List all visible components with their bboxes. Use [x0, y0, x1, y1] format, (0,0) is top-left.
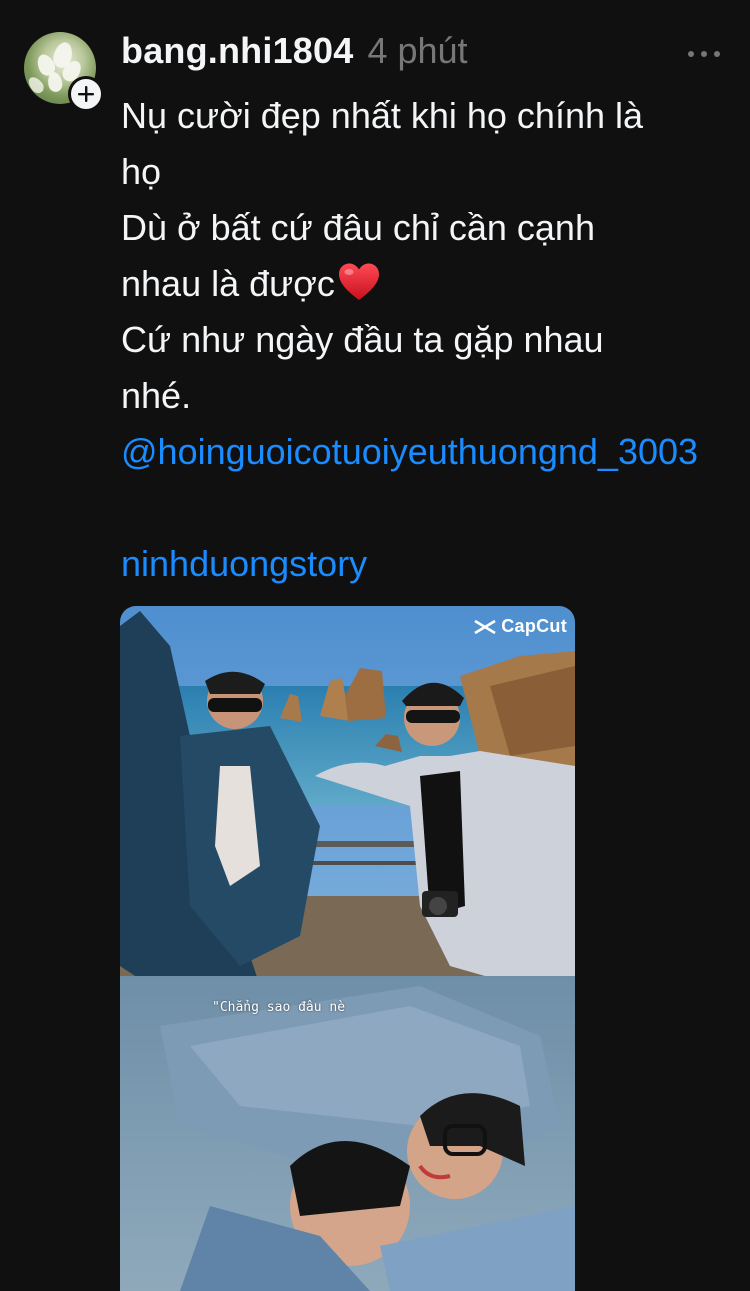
caption-line: nhau là được — [121, 263, 335, 304]
post-header: bang.nhi1804 4 phút — [121, 30, 468, 78]
caption-line-with-heart: nhau là được — [121, 256, 721, 312]
post-video[interactable]: CapCut "Chẳng sao đâu nè — [120, 606, 575, 1291]
avatar-container[interactable] — [24, 32, 104, 112]
red-heart-emoji-icon — [338, 263, 379, 300]
caption-line: Nụ cười đẹp nhất khi họ chính là — [121, 95, 644, 136]
caption-line: họ — [121, 151, 162, 192]
caption-line: Cứ như ngày đầu ta gặp nhau — [121, 319, 604, 360]
caption-line: Dù ở bất cứ đâu chỉ cần cạnh — [121, 207, 595, 248]
watermark-label: CapCut — [501, 616, 567, 636]
caption-line: nhé. — [121, 375, 192, 416]
thread-post: bang.nhi1804 4 phút Nụ cười đẹp nhất khi… — [0, 0, 750, 1291]
more-horizontal-icon — [688, 51, 694, 57]
video-overlay-text: "Chẳng sao đâu nè — [212, 1000, 346, 1015]
watermark: CapCut — [473, 616, 567, 637]
plus-icon — [78, 86, 94, 102]
more-options-button[interactable] — [688, 44, 720, 64]
timestamp: 4 phút — [367, 30, 468, 71]
video-frame — [120, 606, 575, 1291]
post-caption: Nụ cười đẹp nhất khi họ chính là họ Dù ở… — [121, 88, 721, 424]
username[interactable]: bang.nhi1804 — [121, 30, 353, 72]
follow-button[interactable] — [68, 76, 104, 112]
mention-link[interactable]: @hoinguoicotuoiyeuthuongnd_3003 — [121, 424, 721, 480]
capcut-logo-icon — [474, 619, 496, 634]
topic-tag-link[interactable]: ninhduongstory — [121, 536, 367, 592]
